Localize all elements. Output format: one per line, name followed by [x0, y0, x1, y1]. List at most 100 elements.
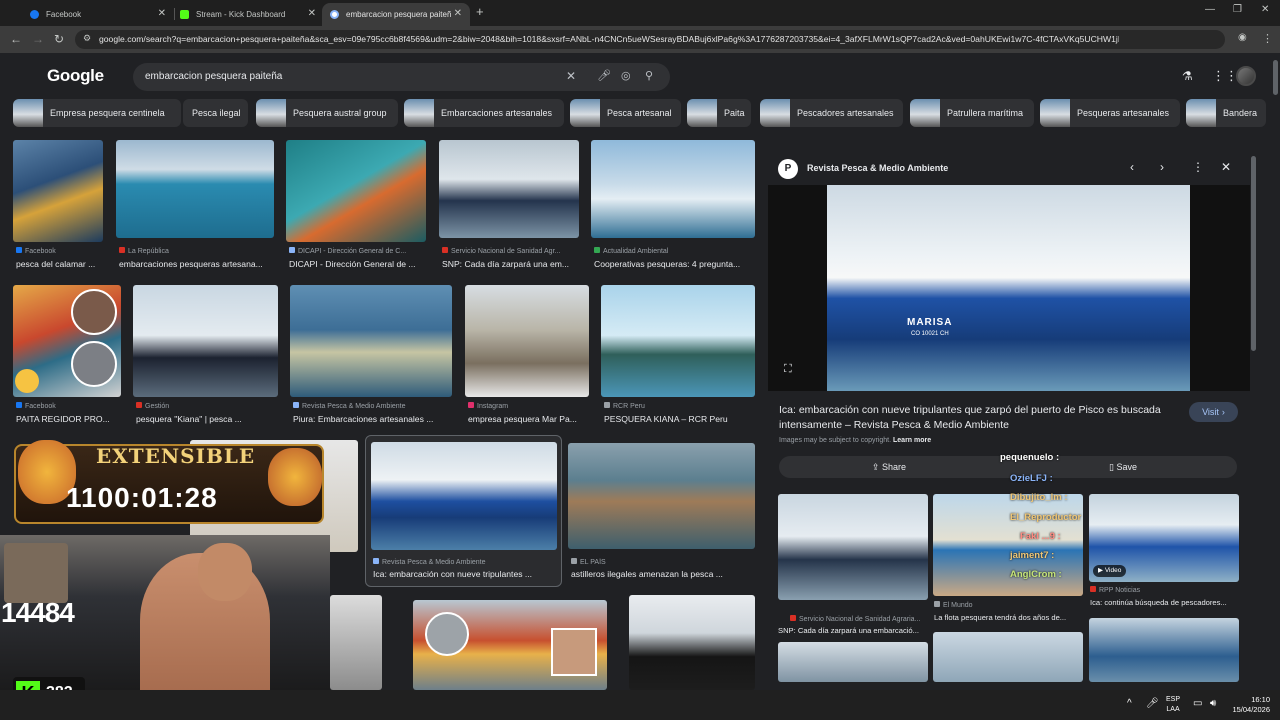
chip-bandera[interactable]: Bandera	[1186, 99, 1266, 127]
tab-google-search[interactable]: embarcacion pesquera paiteñ ✕	[322, 3, 470, 26]
related-image[interactable]	[1089, 618, 1239, 682]
chip-pesca-ilegal[interactable]: Pesca ilegal	[183, 99, 248, 127]
close-tab-icon[interactable]: ✕	[308, 8, 316, 19]
related-image[interactable]	[778, 494, 928, 600]
result-image[interactable]	[629, 595, 755, 690]
chip-paita[interactable]: Paita	[687, 99, 751, 127]
volume-icon[interactable]: 🔊︎	[1210, 698, 1216, 709]
panel-scrollbar[interactable]	[1251, 156, 1256, 351]
clock[interactable]: 16:10 15/04/2026	[1230, 695, 1270, 715]
related-title[interactable]: SNP: Cada día zarpará una embarcació...	[778, 626, 928, 635]
page-scrollbar[interactable]	[1273, 60, 1278, 95]
microphone-icon[interactable]: 🎤︎	[597, 69, 611, 82]
profile-icon[interactable]: ◉	[1238, 32, 1247, 43]
facebook-icon	[16, 402, 22, 408]
result-image[interactable]	[133, 285, 278, 397]
result-title[interactable]: Cooperativas pesqueras: 4 pregunta...	[594, 259, 758, 269]
close-tab-icon[interactable]: ✕	[158, 8, 166, 19]
result-title[interactable]: PAITA REGIDOR PRO...	[16, 414, 124, 424]
close-tab-icon[interactable]: ✕	[454, 8, 462, 19]
result-image[interactable]	[371, 442, 557, 550]
chip-thumbnail	[1186, 99, 1216, 127]
forward-icon[interactable]: →	[32, 32, 44, 46]
result-source: Gestión	[136, 402, 281, 410]
related-image[interactable]: ▶ Video	[1089, 494, 1239, 582]
clear-search-icon[interactable]: ✕	[566, 69, 576, 83]
visit-button[interactable]: Visit ›	[1189, 402, 1238, 422]
back-icon[interactable]: ←	[10, 32, 22, 46]
save-button[interactable]: ▯ Save	[1109, 462, 1137, 473]
avatar[interactable]	[1236, 66, 1256, 86]
lens-icon[interactable]: ◎	[621, 69, 631, 82]
related-title[interactable]: La flota pesquera tendrá dos años de...	[934, 613, 1082, 622]
result-image[interactable]	[439, 140, 579, 238]
result-image[interactable]	[568, 443, 755, 549]
more-options-icon[interactable]: ⋮	[1192, 160, 1204, 174]
chip-pesca-artesanal[interactable]: Pesca artesanal	[570, 99, 681, 127]
address-bar[interactable]: ⚙ google.com/search?q=embarcacion+pesque…	[75, 30, 1225, 49]
chip-pesqueras-artesanales[interactable]: Pesqueras artesanales	[1040, 99, 1180, 127]
network-icon[interactable]: ▭	[1193, 698, 1202, 709]
google-logo[interactable]: Google	[47, 66, 104, 86]
result-title[interactable]: Ica: embarcación con nueve tripulantes .…	[373, 569, 558, 579]
result-image[interactable]	[13, 140, 103, 242]
reload-icon[interactable]: ↻	[54, 32, 64, 46]
result-title[interactable]: Piura: Embarcaciones artesanales ...	[293, 414, 455, 424]
site-favicon-icon	[594, 247, 600, 253]
share-button[interactable]: ⇪ Share	[872, 462, 906, 473]
chip-pescadores-artesanales[interactable]: Pescadores artesanales	[760, 99, 903, 127]
apps-grid-icon[interactable]: ⋮⋮	[1212, 68, 1238, 84]
result-title[interactable]: pesquera "Kiana" | pesca ...	[136, 414, 281, 424]
tab-facebook[interactable]: Facebook ✕	[22, 3, 174, 26]
result-image[interactable]	[286, 140, 426, 242]
result-title[interactable]: embarcaciones pesqueras artesana...	[119, 259, 277, 269]
site-favicon-icon	[293, 402, 299, 408]
maximize-icon[interactable]: ❐	[1233, 4, 1242, 15]
panel-title[interactable]: Ica: embarcación con nueve tripulantes q…	[779, 403, 1179, 433]
window-close-icon[interactable]: ✕	[1261, 4, 1269, 15]
result-title[interactable]: pesca del calamar ...	[16, 259, 106, 269]
result-source: EL PAÍS	[571, 558, 756, 566]
tray-chevron-icon[interactable]: ^	[1127, 698, 1132, 709]
chip-empresa-pesquera-centinela[interactable]: Empresa pesquera centinela	[13, 99, 181, 127]
result-title[interactable]: astilleros ilegales amenazan la pesca ..…	[571, 569, 756, 579]
site-info-icon[interactable]: ⚙	[83, 33, 91, 44]
close-panel-icon[interactable]: ✕	[1221, 160, 1231, 174]
new-tab-button[interactable]: +	[476, 4, 484, 19]
next-icon[interactable]: ›	[1160, 160, 1164, 174]
result-image[interactable]	[591, 140, 755, 238]
emoji-icon	[15, 369, 39, 393]
minimize-icon[interactable]: —	[1205, 4, 1215, 15]
previous-icon[interactable]: ‹	[1130, 160, 1134, 174]
result-image[interactable]	[413, 600, 607, 690]
labs-icon[interactable]: ⚗	[1182, 69, 1193, 83]
related-title[interactable]: Ica: continúa búsqueda de pescadores...	[1090, 598, 1240, 607]
panel-site-name[interactable]: Revista Pesca & Medio Ambiente	[807, 163, 948, 173]
language-indicator[interactable]: ESP LAA	[1166, 695, 1180, 715]
result-image[interactable]	[13, 285, 121, 397]
lens-search-icon[interactable]: ⛶	[784, 363, 792, 376]
learn-more-link[interactable]: Learn more	[893, 437, 931, 444]
result-image[interactable]	[330, 595, 382, 690]
search-icon[interactable]: ⚲	[645, 69, 653, 82]
browser-menu-icon[interactable]: ⋮	[1262, 32, 1273, 45]
related-image[interactable]	[778, 642, 928, 682]
related-image[interactable]	[933, 632, 1083, 682]
result-title[interactable]: PESQUERA KIANA – RCR Peru	[604, 414, 758, 424]
chip-embarcaciones-artesanales[interactable]: Embarcaciones artesanales	[404, 99, 564, 127]
chip-pesquera-austral-group[interactable]: Pesquera austral group	[256, 99, 398, 127]
search-input[interactable]: embarcacion pesquera paiteña ✕ 🎤︎ ◎ ⚲	[133, 63, 670, 91]
stream-chat-overlay: pequenuelo : OzieLFJ : Dibujito_lm : El_…	[996, 452, 1096, 586]
result-image[interactable]	[601, 285, 755, 397]
result-image[interactable]	[290, 285, 452, 397]
result-image[interactable]	[465, 285, 589, 397]
tab-kick-dashboard[interactable]: Stream - Kick Dashboard ✕	[172, 3, 324, 26]
chip-patrullera-maritima[interactable]: Patrullera marítima	[910, 99, 1034, 127]
result-image[interactable]	[116, 140, 274, 238]
preview-image[interactable]: MARISA CO 10021 CH	[827, 185, 1190, 391]
chevron-right-icon: ›	[1221, 407, 1225, 417]
result-title[interactable]: SNP: Cada día zarpará una em...	[442, 259, 582, 269]
result-title[interactable]: DICAPI - Dirección General de ...	[289, 259, 429, 269]
result-title[interactable]: empresa pesquera Mar Pa...	[468, 414, 592, 424]
microphone-tray-icon[interactable]: 🎤︎	[1146, 698, 1159, 709]
